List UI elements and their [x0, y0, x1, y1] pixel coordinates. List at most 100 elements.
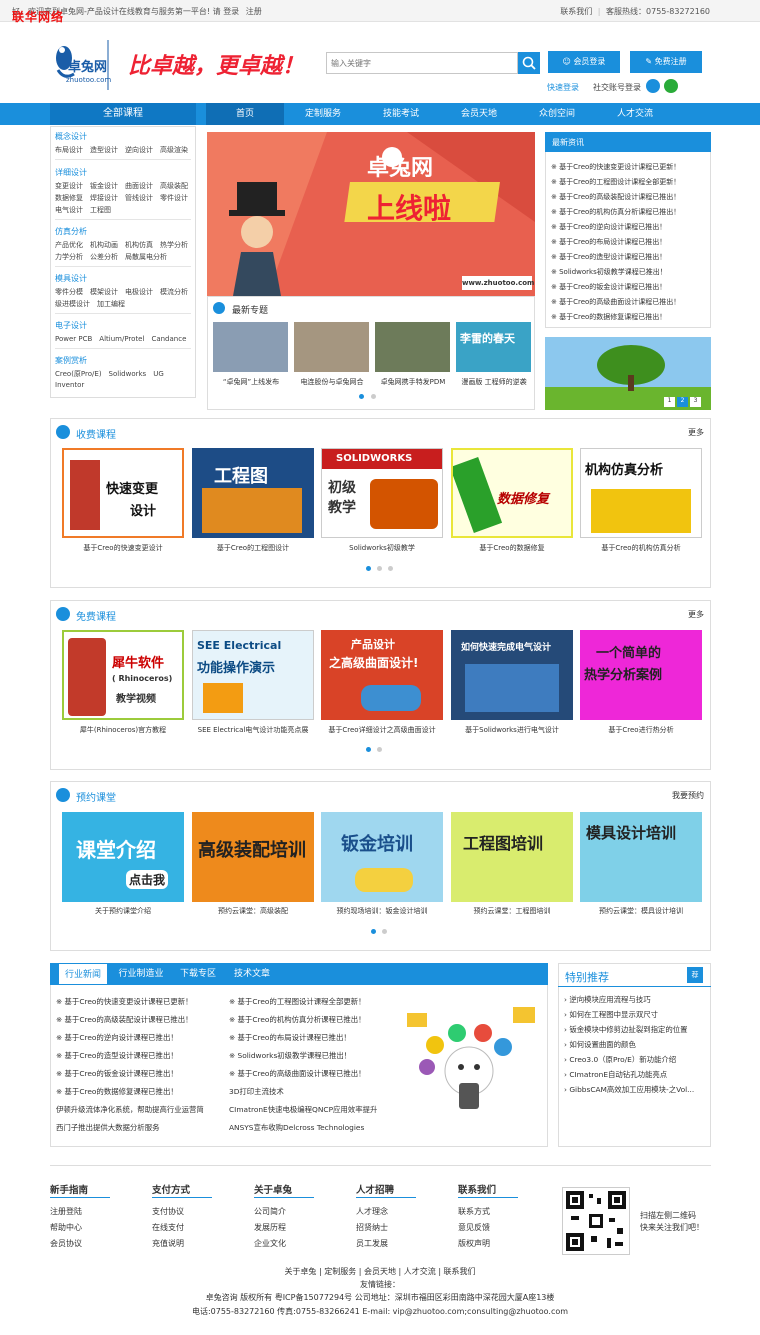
- news-item[interactable]: ※ 基于Creo的布局设计课程已推出！: [551, 237, 707, 247]
- tab-tech-articles[interactable]: 技术文章: [226, 963, 278, 985]
- course-caption[interactable]: Solidworks初级教学: [317, 543, 447, 553]
- news-item[interactable]: ※ 基于Creo的高级装配设计课程已推出！: [56, 1014, 193, 1025]
- special-item[interactable]: › GibbsCAM高效加工应用模块-之Vol...: [564, 1084, 706, 1095]
- nav-home[interactable]: 首页: [206, 103, 284, 125]
- category-links[interactable]: Power PCB Altium/Protel Candance: [55, 334, 186, 344]
- tab-industry-news[interactable]: 行业新闻: [58, 963, 108, 985]
- carousel-dot[interactable]: [377, 747, 382, 752]
- news-item[interactable]: ※ 基于Creo的工程图设计课程全部更新！: [229, 996, 366, 1007]
- course-card[interactable]: 机构仿真分析: [580, 448, 702, 538]
- course-caption[interactable]: 预约云课堂：模具设计培训: [576, 906, 706, 916]
- member-login-button[interactable]: ☺ 会员登录: [548, 51, 620, 73]
- special-item[interactable]: › 如何设置曲面的颜色: [564, 1039, 706, 1050]
- news-item[interactable]: ※ 基于Creo的快速变更设计课程已更新！: [551, 162, 707, 172]
- all-courses-button[interactable]: 全部课程: [50, 103, 196, 125]
- special-item[interactable]: › 逆向模块应用流程与技巧: [564, 994, 706, 1005]
- topic-caption[interactable]: 卓兔网携手特发PDM: [373, 377, 453, 387]
- tab-downloads[interactable]: 下载专区: [172, 963, 224, 985]
- footer-link[interactable]: 公司简介: [254, 1206, 286, 1217]
- tab-manufacturing[interactable]: 行业制造业: [112, 963, 170, 985]
- top-register-link[interactable]: 注册: [246, 7, 262, 16]
- course-card[interactable]: 产品设计 之高级曲面设计!: [321, 630, 443, 720]
- course-caption[interactable]: 预约云课堂：工程图培训: [447, 906, 577, 916]
- top-login-link[interactable]: 登录: [223, 7, 239, 16]
- carousel-dot[interactable]: [388, 566, 393, 571]
- news-item[interactable]: ※ 基于Creo的高级曲面设计课程已推出！: [229, 1068, 366, 1079]
- course-card[interactable]: 模具设计培训: [580, 812, 702, 902]
- nav-custom-service[interactable]: 定制服务: [284, 103, 362, 125]
- course-caption[interactable]: 关于预约课堂介绍: [58, 906, 188, 916]
- nav-maker-space[interactable]: 众创空间: [518, 103, 596, 125]
- special-item[interactable]: › Creo3.0（原Pro/E）新功能介绍: [564, 1054, 706, 1065]
- course-card[interactable]: 数据修复: [451, 448, 573, 538]
- news-item[interactable]: ※ 基于Creo的钣金设计课程已推出！: [551, 282, 707, 292]
- course-caption[interactable]: 基于Creo进行热分析: [576, 725, 706, 735]
- footer-link[interactable]: 版权声明: [458, 1238, 490, 1249]
- news-item[interactable]: ※ 基于Creo的数据修复课程已推出！: [56, 1086, 178, 1097]
- course-caption[interactable]: 基于Creo的数据修复: [447, 543, 577, 553]
- news-item[interactable]: CImatronE快速电极编程QNCP应用效率提升: [229, 1104, 377, 1115]
- news-item[interactable]: ※ 基于Creo的逆向设计课程已推出！: [56, 1032, 178, 1043]
- news-item[interactable]: ※ 基于Creo的造型设计课程已推出！: [551, 252, 707, 262]
- course-card[interactable]: SEE Electrical 功能操作演示: [192, 630, 314, 720]
- free-more-link[interactable]: 更多: [688, 609, 704, 620]
- qq-icon[interactable]: [646, 79, 660, 93]
- category-simulation[interactable]: 仿真分析: [55, 226, 87, 237]
- tree-pager-2[interactable]: 2: [677, 397, 688, 407]
- category-links[interactable]: 电气设计 工程图: [55, 205, 111, 215]
- footer-link[interactable]: 注册登陆: [50, 1206, 82, 1217]
- category-links[interactable]: 产品优化 机构动画 机构仿真 热学分析: [55, 240, 188, 250]
- topic-thumbnail[interactable]: [294, 322, 369, 372]
- footer-link[interactable]: 支付协议: [152, 1206, 184, 1217]
- category-links[interactable]: 级进模设计 加工编程: [55, 299, 125, 309]
- footer-link[interactable]: 招贤纳士: [356, 1222, 388, 1233]
- nav-member-zone[interactable]: 会员天地: [440, 103, 518, 125]
- course-caption[interactable]: 预约现场培训：钣金设计培训: [317, 906, 447, 916]
- footer-link[interactable]: 会员协议: [50, 1238, 82, 1249]
- tree-banner[interactable]: 1 2 3: [545, 337, 711, 410]
- news-item[interactable]: ※ Solidworks初级教学课程已推出！: [551, 267, 707, 277]
- category-links[interactable]: 变更设计 钣金设计 曲面设计 高级装配: [55, 181, 188, 191]
- news-item[interactable]: ※ 基于Creo的机构仿真分析课程已推出！: [551, 207, 707, 217]
- tree-pager-1[interactable]: 1: [664, 397, 675, 407]
- category-links[interactable]: 布局设计 造型设计 逆向设计 高级渲染: [55, 145, 188, 155]
- footer-link[interactable]: 帮助中心: [50, 1222, 82, 1233]
- course-card[interactable]: 一个简单的 热学分析案例: [580, 630, 702, 720]
- special-item[interactable]: › 如何在工程图中显示双尺寸: [564, 1009, 706, 1020]
- category-electronic-design[interactable]: 电子设计: [55, 320, 87, 331]
- news-item[interactable]: ANSYS宣布收购Delcross Technologies: [229, 1122, 364, 1133]
- news-item[interactable]: ※ 基于Creo的高级装配设计课程已推出！: [551, 192, 707, 202]
- carousel-dot[interactable]: [366, 747, 371, 752]
- footer-link[interactable]: 人才理念: [356, 1206, 388, 1217]
- news-item[interactable]: ※ 基于Creo的布局设计课程已推出！: [229, 1032, 351, 1043]
- news-item[interactable]: ※ 基于Creo的钣金设计课程已推出！: [56, 1068, 178, 1079]
- course-card[interactable]: 快速变更 设计: [62, 448, 184, 538]
- hero-banner[interactable]: 卓兔网 上线啦 www.zhuotoo.com: [207, 132, 535, 296]
- carousel-dot[interactable]: [377, 566, 382, 571]
- course-card[interactable]: 课堂介绍 点击我: [62, 812, 184, 902]
- footer-link[interactable]: 联系方式: [458, 1206, 490, 1217]
- news-item[interactable]: ※ 基于Creo的造型设计课程已推出！: [56, 1050, 178, 1061]
- news-item[interactable]: ※ 基于Creo的机构仿真分析课程已推出！: [229, 1014, 366, 1025]
- carousel-dot[interactable]: [366, 566, 371, 571]
- contact-us-link[interactable]: 联系我们: [560, 7, 592, 16]
- topic-thumbnail[interactable]: [213, 322, 288, 372]
- course-card[interactable]: 钣金培训: [321, 812, 443, 902]
- course-card[interactable]: 工程图: [192, 448, 314, 538]
- footer-link[interactable]: 发展历程: [254, 1222, 286, 1233]
- course-card[interactable]: 如何快速完成电气设计: [451, 630, 573, 720]
- news-item[interactable]: 西门子推出提供大数据分析服务: [56, 1122, 159, 1133]
- course-caption[interactable]: 预约云课堂：高级装配: [188, 906, 318, 916]
- category-links[interactable]: 力学分析 公差分析 局散属电分析: [55, 252, 167, 262]
- topic-caption[interactable]: 电连股份与卓兔网合: [292, 377, 372, 387]
- carousel-dot[interactable]: [382, 929, 387, 934]
- free-register-button[interactable]: ✎ 免费注册: [630, 51, 702, 73]
- search-button[interactable]: [518, 52, 540, 74]
- quick-login-link[interactable]: 快速登录: [547, 82, 579, 93]
- news-item[interactable]: ※ 基于Creo的快速变更设计课程已更新！: [56, 996, 193, 1007]
- footer-link[interactable]: 充值说明: [152, 1238, 184, 1249]
- news-item[interactable]: ※ Solidworks初级教学课程已推出！: [229, 1050, 351, 1061]
- course-caption[interactable]: 基于Creo详细设计之高级曲面设计: [317, 725, 447, 735]
- category-concept-design[interactable]: 概念设计: [55, 131, 87, 142]
- carousel-dot[interactable]: [359, 394, 364, 399]
